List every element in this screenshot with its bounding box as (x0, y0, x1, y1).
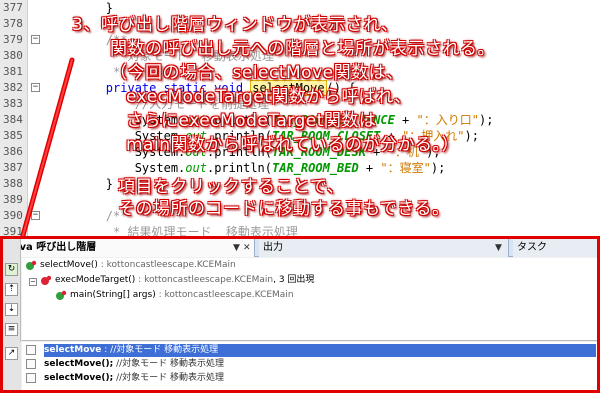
list-item[interactable]: selectMove : //対象モード 移動表示処理 (44, 344, 596, 357)
line-number: 390 (3, 209, 23, 222)
navigate-icon[interactable]: ↗ (5, 347, 18, 360)
method-icon (26, 260, 37, 270)
call-hierarchy-tree[interactable]: selectMove() : kottoncastleescape.KCEMai… (22, 258, 597, 341)
annotation-line: 3、呼び出し階層ウィンドウが表示され、 (72, 15, 399, 35)
tree-node-caller[interactable]: main(String[] args) : kottoncastleescape… (70, 288, 294, 302)
location-icon (26, 359, 36, 369)
line-number: 385 (3, 129, 23, 142)
close-icon[interactable]: ✕ (243, 242, 251, 254)
annotation-line: main関数から呼ばれているのが分かる。） (126, 135, 459, 155)
line-number: 381 (3, 65, 23, 78)
annotation-line: さらにexecModeTarget関数は (126, 111, 377, 131)
refresh-icon[interactable]: ↻ (5, 263, 18, 276)
tab-task[interactable]: タスク (513, 239, 597, 257)
line-number: 378 (3, 17, 23, 30)
panel-tab-bar: Java 呼び出し階層 ▼ ✕ 出力 ▼ タスク (3, 239, 597, 257)
collapse-icon[interactable]: − (29, 278, 37, 286)
code-line[interactable]: /** (48, 208, 128, 224)
history-icon[interactable]: ≡ (5, 323, 18, 336)
annotation-line: その場所のコードに移動する事もできる。 (118, 199, 450, 219)
line-number: 384 (3, 113, 23, 126)
line-number: 377 (3, 1, 23, 14)
line-number: 380 (3, 49, 23, 62)
fold-toggle-icon[interactable]: − (31, 211, 40, 220)
annotation-line: （今回の場合、selectMove関数は、 (110, 63, 404, 83)
tab-menu-icon[interactable]: ▼ (233, 242, 240, 254)
tree-node-root[interactable]: selectMove() : kottoncastleescape.KCEMai… (40, 258, 236, 272)
tab-output[interactable]: 出力 ▼ (259, 239, 509, 257)
call-hierarchy-panel: Java 呼び出し階層 ▼ ✕ 出力 ▼ タスク ↻ ⇡ ⇣ ≡ selectM… (0, 236, 600, 393)
location-list-toolbar: ↗ (3, 342, 21, 390)
line-number: 389 (3, 193, 23, 206)
line-number: 388 (3, 177, 23, 190)
line-number: 383 (3, 97, 23, 110)
line-number: 382 (3, 81, 23, 94)
code-line[interactable]: } (48, 176, 113, 192)
list-item[interactable]: selectMove(); //対象モード 移動表示処理 (44, 372, 596, 385)
fold-toggle-icon[interactable]: − (31, 83, 40, 92)
location-icon (26, 373, 36, 383)
tree-node-caller[interactable]: execModeTarget() : kottoncastleescape.KC… (55, 273, 314, 287)
callee-hierarchy-icon[interactable]: ⇣ (5, 303, 18, 316)
tab-call-hierarchy[interactable]: Java 呼び出し階層 ▼ ✕ (5, 239, 255, 257)
annotation-line: execModeTarget関数から呼ばれ、 (126, 87, 412, 107)
tab-menu-icon[interactable]: ▼ (495, 242, 502, 254)
line-number: 391 (3, 225, 23, 236)
method-icon (56, 290, 67, 300)
caller-hierarchy-icon[interactable]: ⇡ (5, 283, 18, 296)
method-icon (41, 275, 52, 285)
annotation-line: 関数の呼び出し元への階層と場所が表示される。 (110, 39, 495, 59)
call-location-list[interactable]: selectMove : //対象モード 移動表示処理 selectMove()… (22, 342, 597, 390)
line-number: 387 (3, 161, 23, 174)
location-icon (26, 345, 36, 355)
line-number: 386 (3, 145, 23, 158)
list-item[interactable]: selectMove(); //対象モード 移動表示処理 (44, 358, 596, 371)
fold-toggle-icon[interactable]: − (31, 35, 40, 44)
code-line[interactable]: * 結果処理モード 移動表示処理 (48, 224, 298, 236)
line-number: 379 (3, 33, 23, 46)
